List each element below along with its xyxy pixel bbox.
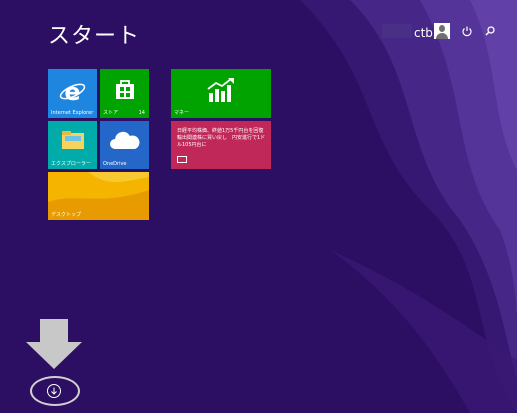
tile-internet-explorer[interactable]: e Internet Explorer (48, 69, 97, 118)
internet-explorer-icon: e (59, 78, 86, 105)
tile-store-label: ストア (103, 110, 119, 116)
store-bag-icon (116, 80, 134, 99)
user-avatar[interactable] (434, 23, 450, 39)
tile-internet-explorer-label: Internet Explorer (51, 110, 94, 116)
tile-finance-label: マネー (174, 110, 190, 116)
onedrive-cloud-icon (110, 131, 140, 149)
tile-desktop-label: デスクトップ (51, 212, 82, 218)
tile-file-explorer[interactable]: エクスプローラー (48, 121, 97, 169)
tile-store-badge: 14 (138, 110, 145, 116)
tile-desktop[interactable]: デスクトップ (48, 172, 149, 220)
start-title: スタート (48, 24, 141, 49)
svg-text:e: e (64, 78, 80, 105)
tile-onedrive-label: OneDrive (103, 161, 127, 167)
avatar-shoulders (436, 33, 448, 39)
news-headline: 日経平均株価、終値1万5千円台を回復 輸出関連株に買い戻し 円安進行で1ドル10… (177, 128, 269, 148)
news-icon (177, 156, 187, 163)
user-name[interactable]: ctb (414, 26, 433, 40)
finance-chart-icon (207, 78, 234, 102)
power-icon[interactable] (460, 24, 474, 38)
tile-news[interactable]: 日経平均株価、終値1万5千円台を回復 輸出関連株に買い戻し 円安進行で1ドル10… (171, 121, 271, 169)
arrow-down-icon (51, 387, 57, 395)
tile-finance[interactable]: マネー (171, 69, 271, 118)
user-name-redacted (382, 24, 412, 38)
search-icon[interactable] (483, 24, 497, 38)
all-apps-button[interactable] (47, 384, 61, 398)
annotation-arrow-down-icon (26, 319, 82, 369)
tile-onedrive[interactable]: OneDrive (100, 121, 149, 169)
avatar-head (439, 25, 445, 32)
tile-store[interactable]: ストア 14 (100, 69, 149, 118)
tile-file-explorer-label: エクスプローラー (51, 161, 91, 167)
folder-icon (62, 131, 84, 149)
